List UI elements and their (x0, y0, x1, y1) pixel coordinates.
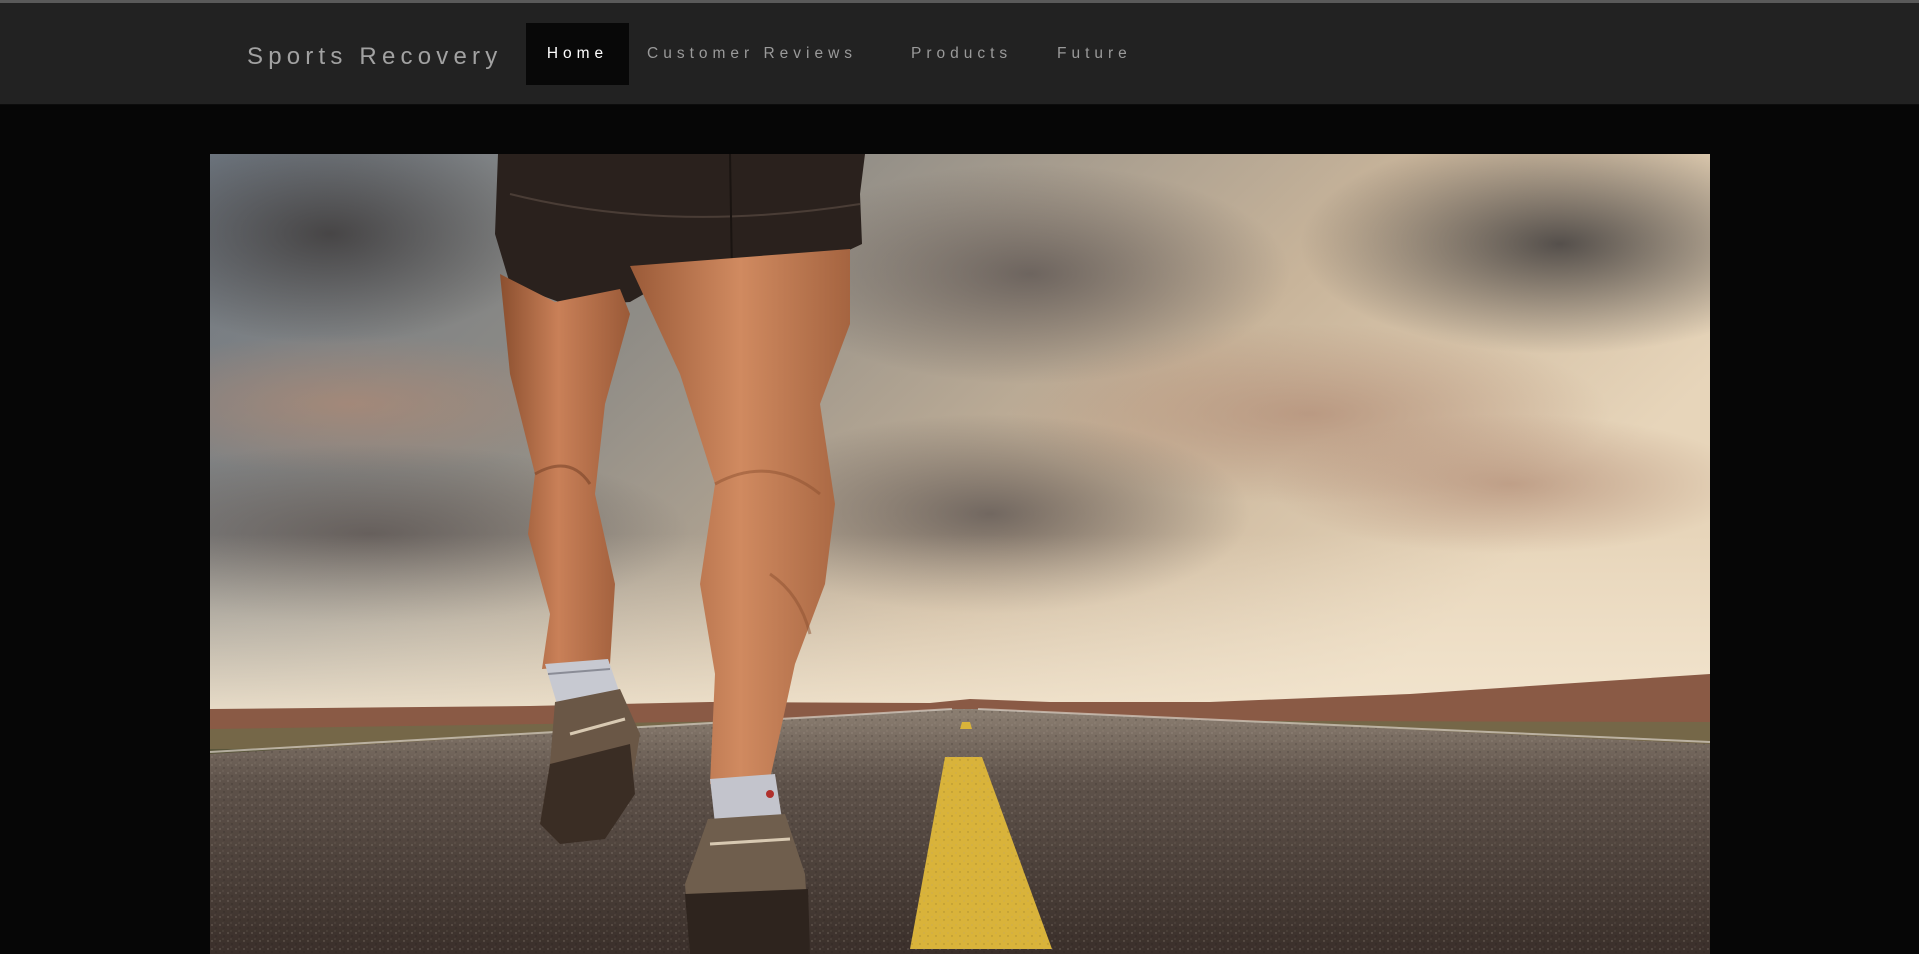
navbar: Sports Recovery Home Customer Reviews Pr… (0, 3, 1919, 105)
nav-item-products[interactable]: Products (911, 23, 1012, 85)
nav-item-customer-reviews[interactable]: Customer Reviews (647, 23, 857, 85)
hero-image (210, 154, 1710, 954)
runner-road-illustration (210, 154, 1710, 954)
nav-item-future[interactable]: Future (1057, 23, 1132, 85)
nav-item-home[interactable]: Home (526, 23, 629, 85)
brand-link[interactable]: Sports Recovery (247, 43, 502, 71)
